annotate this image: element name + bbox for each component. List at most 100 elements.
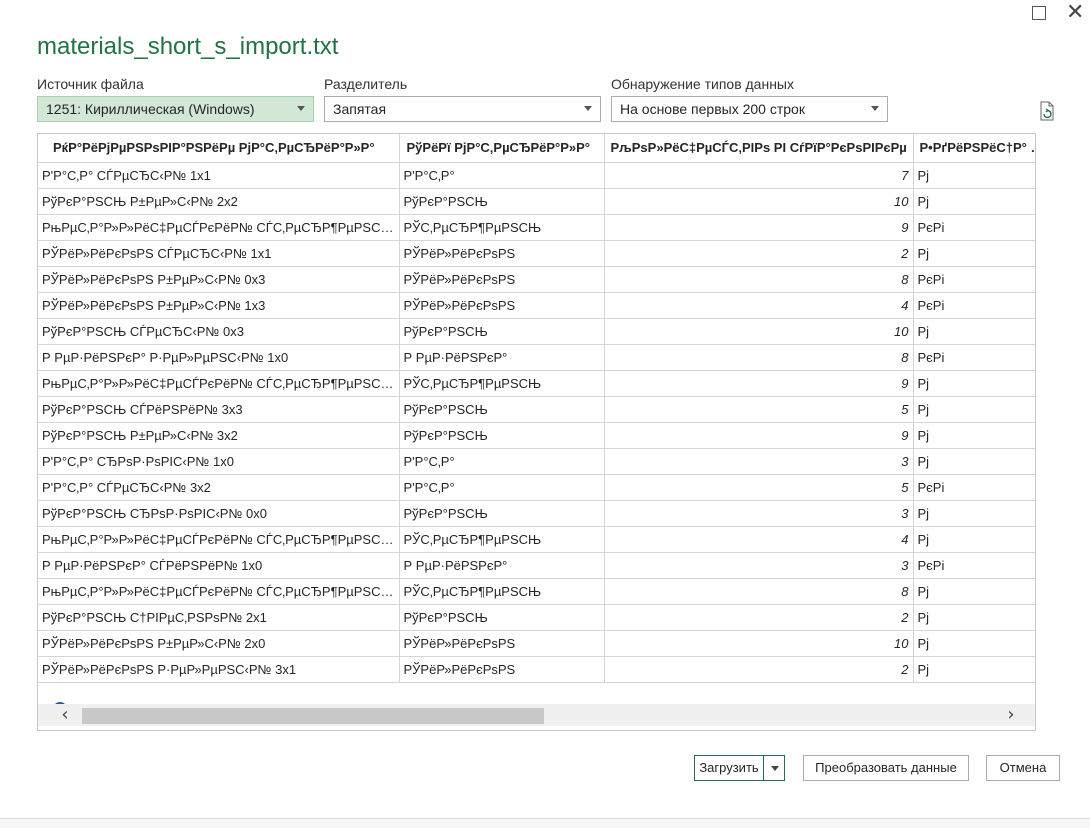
table-cell: РўРєР°РЅСЊ СЃРёРЅРёР№ 3x3: [38, 396, 400, 423]
table-cell: РєРі: [913, 344, 1035, 371]
table-cell: РўРєР°РЅСЊ: [399, 604, 605, 631]
table-row: Р РµР·РёРЅРєР° СЃРёРЅРёР№ 1x0 Р РµР·РёРЅР…: [38, 552, 1035, 579]
table-cell: РєРі: [913, 266, 1035, 293]
table-cell: 3: [604, 448, 914, 475]
table-cell: 8: [604, 578, 914, 605]
table-cell: РўРєР°РЅСЊ Р±РµР»С‹Р№ 2x2: [38, 188, 400, 215]
table-row: РўРєР°РЅСЊ СЃРµСЂС‹Р№ 0x3 РўРєР°РЅСЊ 10 Рј: [38, 318, 1035, 345]
table-cell: Рј: [913, 656, 1035, 683]
load-button[interactable]: Загрузить: [694, 755, 764, 781]
close-icon[interactable]: ✕: [1066, 2, 1084, 24]
table-cell: Рј: [913, 318, 1035, 345]
table-cell: Р'Р°С‚Р° СЂРѕР·РѕРІС‹Р№ 1x0: [38, 448, 400, 475]
table-cell: Р РµР·РёРЅРєР° Р·РµР»РµРЅС‹Р№ 1x0: [38, 344, 400, 371]
table-cell: РўРєР°РЅСЊ: [399, 422, 605, 449]
table-cell: Р'Р°С‚Р° СЃРµСЂС‹Р№ 1x1: [38, 162, 400, 189]
table-row: РњРµС‚Р°Р»Р»РёС‡РµСЃРєРёР№ СЃС‚РµСЂР¶РµР…: [38, 370, 1035, 397]
table-cell: 3: [604, 552, 914, 579]
table-cell: РўРєР°РЅСЊ СЂРѕР·РѕРІС‹Р№ 0x0: [38, 500, 400, 527]
delimiter-value: Запятая: [333, 101, 387, 117]
table-cell: РєРі: [913, 214, 1035, 241]
table-cell: 2: [604, 240, 914, 267]
table-cell: РњРµС‚Р°Р»Р»РёС‡РµСЃРєРёР№ СЃС‚РµСЂР¶РµР…: [38, 214, 400, 241]
table-cell: Рј: [913, 396, 1035, 423]
table-cell: РєРі: [913, 292, 1035, 319]
table-cell: 9: [604, 370, 914, 397]
table-row: РњРµС‚Р°Р»Р»РёС‡РµСЃРєРёР№ СЃС‚РµСЂР¶РµР…: [38, 526, 1035, 553]
table-row: Р'Р°С‚Р° СЂРѕР·РѕРІС‹Р№ 1x0 Р'Р°С‚Р° 3 Рј: [38, 448, 1035, 475]
chevron-down-icon: [297, 106, 305, 111]
table-row: РўРєР°РЅСЊ Р±РµР»С‹Р№ 2x2 РўРєР°РЅСЊ 10 Рј: [38, 188, 1035, 215]
table-cell: Рј: [913, 422, 1035, 449]
table-cell: 2: [604, 604, 914, 631]
detect-label: Обнаружение типов данных: [611, 76, 794, 92]
table-cell: РЎРёР»РёРєРѕРЅ Р·РµР»РµРЅС‹Р№ 3x1: [38, 656, 400, 683]
table-cell: Рј: [913, 240, 1035, 267]
transform-data-button[interactable]: Преобразовать данные: [803, 755, 969, 781]
table-cell: Рј: [913, 604, 1035, 631]
scroll-right-icon[interactable]: ›: [1002, 706, 1020, 724]
table-cell: Рј: [913, 370, 1035, 397]
table-cell: РўРєР°РЅСЊ: [399, 500, 605, 527]
table-cell: РЎРёР»РёРєРѕРЅ СЃРµСЂС‹Р№ 1x1: [38, 240, 400, 267]
column-header: Р•РґРёРЅРёС†Р° РёР·РјРµСЂРµРЅРёСЏ: [913, 134, 1035, 163]
refresh-file-icon[interactable]: [1038, 101, 1056, 121]
table-cell: РЎРёР»РёРєРѕРЅ Р±РµР»С‹Р№ 2x0: [38, 630, 400, 657]
table-cell: РњРµС‚Р°Р»Р»РёС‡РµСЃРєРёР№ СЃС‚РµСЂР¶РµР…: [38, 578, 400, 605]
type-detection-dropdown[interactable]: На основе первых 200 строк: [611, 96, 888, 122]
table-cell: 10: [604, 188, 914, 215]
table-cell: 4: [604, 526, 914, 553]
delimiter-label: Разделитель: [324, 76, 408, 92]
table-cell: Р'Р°С‚Р° СЃРµСЂС‹Р№ 3x2: [38, 474, 400, 501]
table-cell: РєРі: [913, 552, 1035, 579]
table-header-row: РќР°РёРјРµРЅРѕРІР°РЅРёРµ РјР°С‚РµСЂРёР°Р…: [38, 134, 1035, 163]
table-cell: 10: [604, 318, 914, 345]
table-cell: Рј: [913, 188, 1035, 215]
load-options-button[interactable]: [763, 755, 785, 781]
table-cell: РЎС‚РµСЂР¶РµРЅСЊ: [399, 214, 605, 241]
horizontal-scroll-thumb[interactable]: [82, 708, 544, 724]
table-cell: 5: [604, 396, 914, 423]
table-cell: 5: [604, 474, 914, 501]
table-cell: РЎРёР»РёРєРѕРЅ Р±РµР»С‹Р№ 1x3: [38, 292, 400, 319]
table-cell: Р РµР·РёРЅРєР°: [399, 344, 605, 371]
table-cell: РЎРёР»РёРєРѕРЅ: [399, 240, 605, 267]
type-detection-value: На основе первых 200 строк: [620, 101, 805, 117]
table-cell: Рј: [913, 448, 1035, 475]
file-origin-dropdown[interactable]: 1251: Кириллическая (Windows): [37, 96, 314, 122]
table-row: РўРєР°РЅСЊ С†РІРµС‚РЅРѕР№ 2x1 РўРєР°РЅСЊ 2…: [38, 604, 1035, 631]
table-cell: Р РµР·РёРЅРєР°: [399, 552, 605, 579]
delimiter-dropdown[interactable]: Запятая: [324, 96, 601, 122]
table-cell: 10: [604, 630, 914, 657]
scroll-left-icon[interactable]: ‹: [56, 706, 74, 724]
table-row: РЎРёР»РёРєРѕРЅ Р·РµР»РµРЅС‹Р№ 3x1 РЎРёР»Р…: [38, 656, 1035, 683]
table-cell: 4: [604, 292, 914, 319]
table-cell: РњРµС‚Р°Р»Р»РёС‡РµСЃРєРёР№ СЃС‚РµСЂР¶РµР…: [38, 526, 400, 553]
table-row: РњРµС‚Р°Р»Р»РёС‡РµСЃРєРёР№ СЃС‚РµСЂР¶РµР…: [38, 578, 1035, 605]
table-cell: РєРі: [913, 474, 1035, 501]
table-cell: 9: [604, 214, 914, 241]
column-header: РљРѕР»РёС‡РµСЃС‚РІРѕ РІ СѓРїР°РєРѕРІРєРµ: [604, 134, 914, 163]
horizontal-scrollbar[interactable]: ‹ ›: [38, 704, 1035, 726]
table-row: РЎРёР»РёРєРѕРЅ СЃРµСЂС‹Р№ 1x1 РЎРёР»РёРєР…: [38, 240, 1035, 267]
info-bar: [38, 684, 1035, 716]
table-cell: РЎРёР»РёРєРѕРЅ Р±РµР»С‹Р№ 0x3: [38, 266, 400, 293]
table-row: РЎРёР»РёРєРѕРЅ Р±РµР»С‹Р№ 1x3 РЎРёР»РёРєР…: [38, 292, 1035, 319]
chevron-down-icon: [584, 106, 592, 111]
table-cell: РўРєР°РЅСЊ: [399, 318, 605, 345]
table-row: РЎРёР»РёРєРѕРЅ Р±РµР»С‹Р№ 0x3 РЎРёР»РёРєР…: [38, 266, 1035, 293]
table-cell: РњРµС‚Р°Р»Р»РёС‡РµСЃРєРёР№ СЃС‚РµСЂР¶РµР…: [38, 370, 400, 397]
table-cell: РўРєР°РЅСЊ С†РІРµС‚РЅРѕР№ 2x1: [38, 604, 400, 631]
table-cell: РЎРёР»РёРєРѕРЅ: [399, 266, 605, 293]
table-cell: РЎРёР»РёРєРѕРЅ: [399, 656, 605, 683]
column-header: РќР°РёРјРµРЅРѕРІР°РЅРёРµ РјР°С‚РµСЂРёР°Р…: [38, 134, 400, 163]
maximize-icon[interactable]: [1030, 4, 1048, 22]
table-cell: Р'Р°С‚Р°: [399, 162, 605, 189]
cancel-button[interactable]: Отмена: [986, 755, 1060, 781]
table-cell: Р РµР·РёРЅРєР° СЃРёРЅРёР№ 1x0: [38, 552, 400, 579]
table-row: РўРєР°РЅСЊ СЂРѕР·РѕРІС‹Р№ 0x0 РўРєР°РЅСЊ 3…: [38, 500, 1035, 527]
chevron-down-icon: [871, 106, 879, 111]
table-row: Р'Р°С‚Р° СЃРµСЂС‹Р№ 1x1 Р'Р°С‚Р° 7 Рј: [38, 162, 1035, 189]
table-cell: Рј: [913, 500, 1035, 527]
table-cell: РЎРёР»РёРєРѕРЅ: [399, 292, 605, 319]
